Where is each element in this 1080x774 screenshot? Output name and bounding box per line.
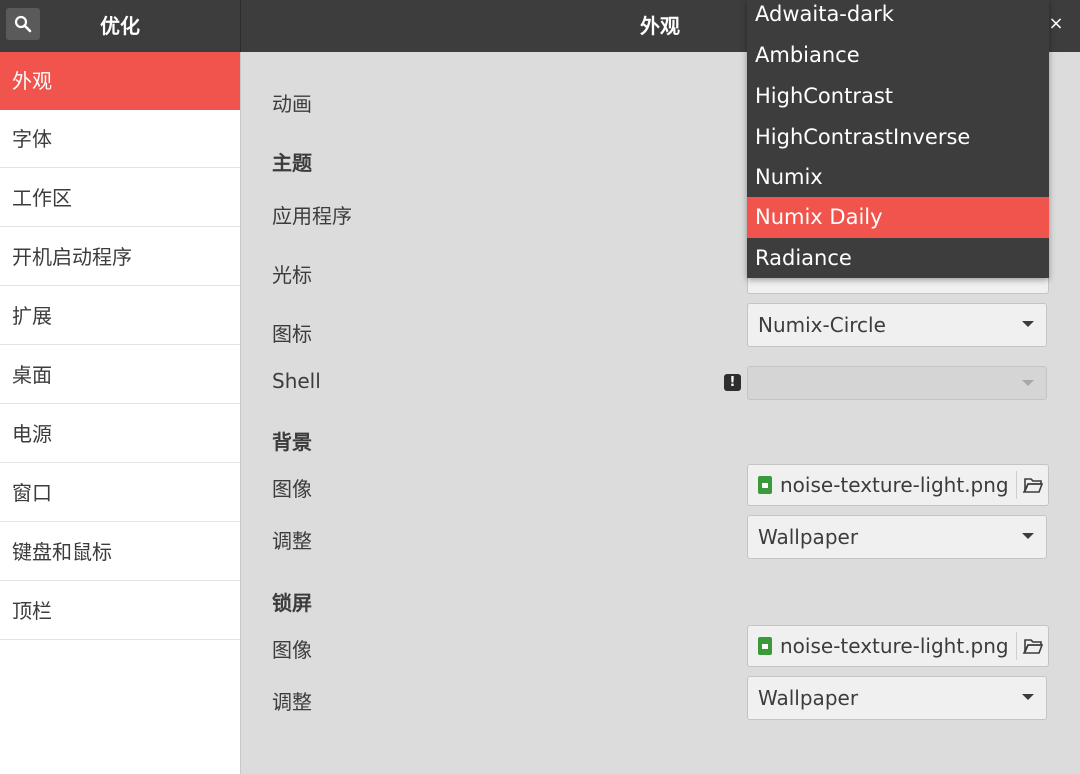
animation-label: 动画 [272,92,312,116]
sidebar-item-appearance[interactable]: 外观 [0,52,240,110]
chooser-separator [1016,471,1017,499]
folder-open-icon [1022,639,1044,654]
lock-adjust-value: Wallpaper [758,686,859,710]
close-icon: × [1048,13,1064,34]
sidebar-item-startup-apps[interactable]: 开机启动程序 [0,228,240,286]
lock-image-filename: noise-texture-light.png [780,634,1009,658]
chevron-down-icon [1022,321,1034,327]
dropdown-option-radiance[interactable]: Radiance [747,238,1049,279]
sidebar-item-top-bar[interactable]: 顶栏 [0,582,240,640]
background-adjust-label: 调整 [272,529,312,553]
background-adjust-value: Wallpaper [758,525,859,549]
chevron-down-icon [1022,380,1034,386]
header-divider [240,0,241,52]
icons-theme-combo[interactable]: Numix-Circle [747,303,1047,347]
sidebar-item-windows[interactable]: 窗口 [0,464,240,522]
sidebar-item-fonts[interactable]: 字体 [0,110,240,168]
background-section-title: 背景 [272,430,312,454]
app-title: 优化 [100,14,140,38]
sidebar: 外观 字体 工作区 开机启动程序 扩展 桌面 电源 窗口 键盘和鼠标 顶栏 [0,52,241,774]
image-file-icon [758,637,772,655]
dropdown-option-numix[interactable]: Numix [747,157,1049,198]
theme-dropdown-list: Adwaita-dark Ambiance HighContrast HighC… [747,0,1049,278]
chevron-down-icon [1022,533,1034,539]
icons-theme-label: 图标 [272,322,312,346]
dropdown-option-highcontrastinverse[interactable]: HighContrastInverse [747,117,1049,158]
header-left: 优化 [0,0,240,52]
image-file-icon [758,476,772,494]
background-image-chooser[interactable]: noise-texture-light.png [747,464,1049,506]
chooser-separator [1016,632,1017,660]
warning-icon: ! [724,374,741,391]
lock-screen-section-title: 锁屏 [272,591,312,615]
shell-theme-combo [747,366,1047,400]
background-image-filename: noise-texture-light.png [780,473,1009,497]
icons-theme-value: Numix-Circle [758,313,886,337]
lock-image-chooser[interactable]: noise-texture-light.png [747,625,1049,667]
dropdown-option-ambiance[interactable]: Ambiance [747,35,1049,76]
cursor-theme-label: 光标 [272,263,312,287]
tweaks-window: 优化 外观 × 外观 字体 工作区 开机启动程序 扩展 桌面 电源 窗口 键盘和… [0,0,1080,774]
background-adjust-combo[interactable]: Wallpaper [747,515,1047,559]
sidebar-item-extensions[interactable]: 扩展 [0,287,240,345]
lock-adjust-label: 调整 [272,690,312,714]
search-icon [14,15,32,33]
sidebar-item-desktop[interactable]: 桌面 [0,346,240,404]
dropdown-option-numix-daily[interactable]: Numix Daily [747,197,1049,238]
shell-theme-label: Shell [272,369,321,393]
dropdown-option-highcontrast[interactable]: HighContrast [747,76,1049,117]
dropdown-option-adwaita-dark[interactable]: Adwaita-dark [747,0,1049,35]
folder-open-icon [1022,478,1044,493]
applications-theme-label: 应用程序 [272,204,352,228]
sidebar-item-keyboard-mouse[interactable]: 键盘和鼠标 [0,523,240,581]
sidebar-item-workspaces[interactable]: 工作区 [0,169,240,227]
search-button[interactable] [6,8,40,40]
lock-adjust-combo[interactable]: Wallpaper [747,676,1047,720]
page-title: 外观 [640,14,680,38]
sidebar-item-power[interactable]: 电源 [0,405,240,463]
lock-image-label: 图像 [272,638,312,662]
themes-section-title: 主题 [272,151,312,175]
chevron-down-icon [1022,694,1034,700]
background-image-label: 图像 [272,477,312,501]
